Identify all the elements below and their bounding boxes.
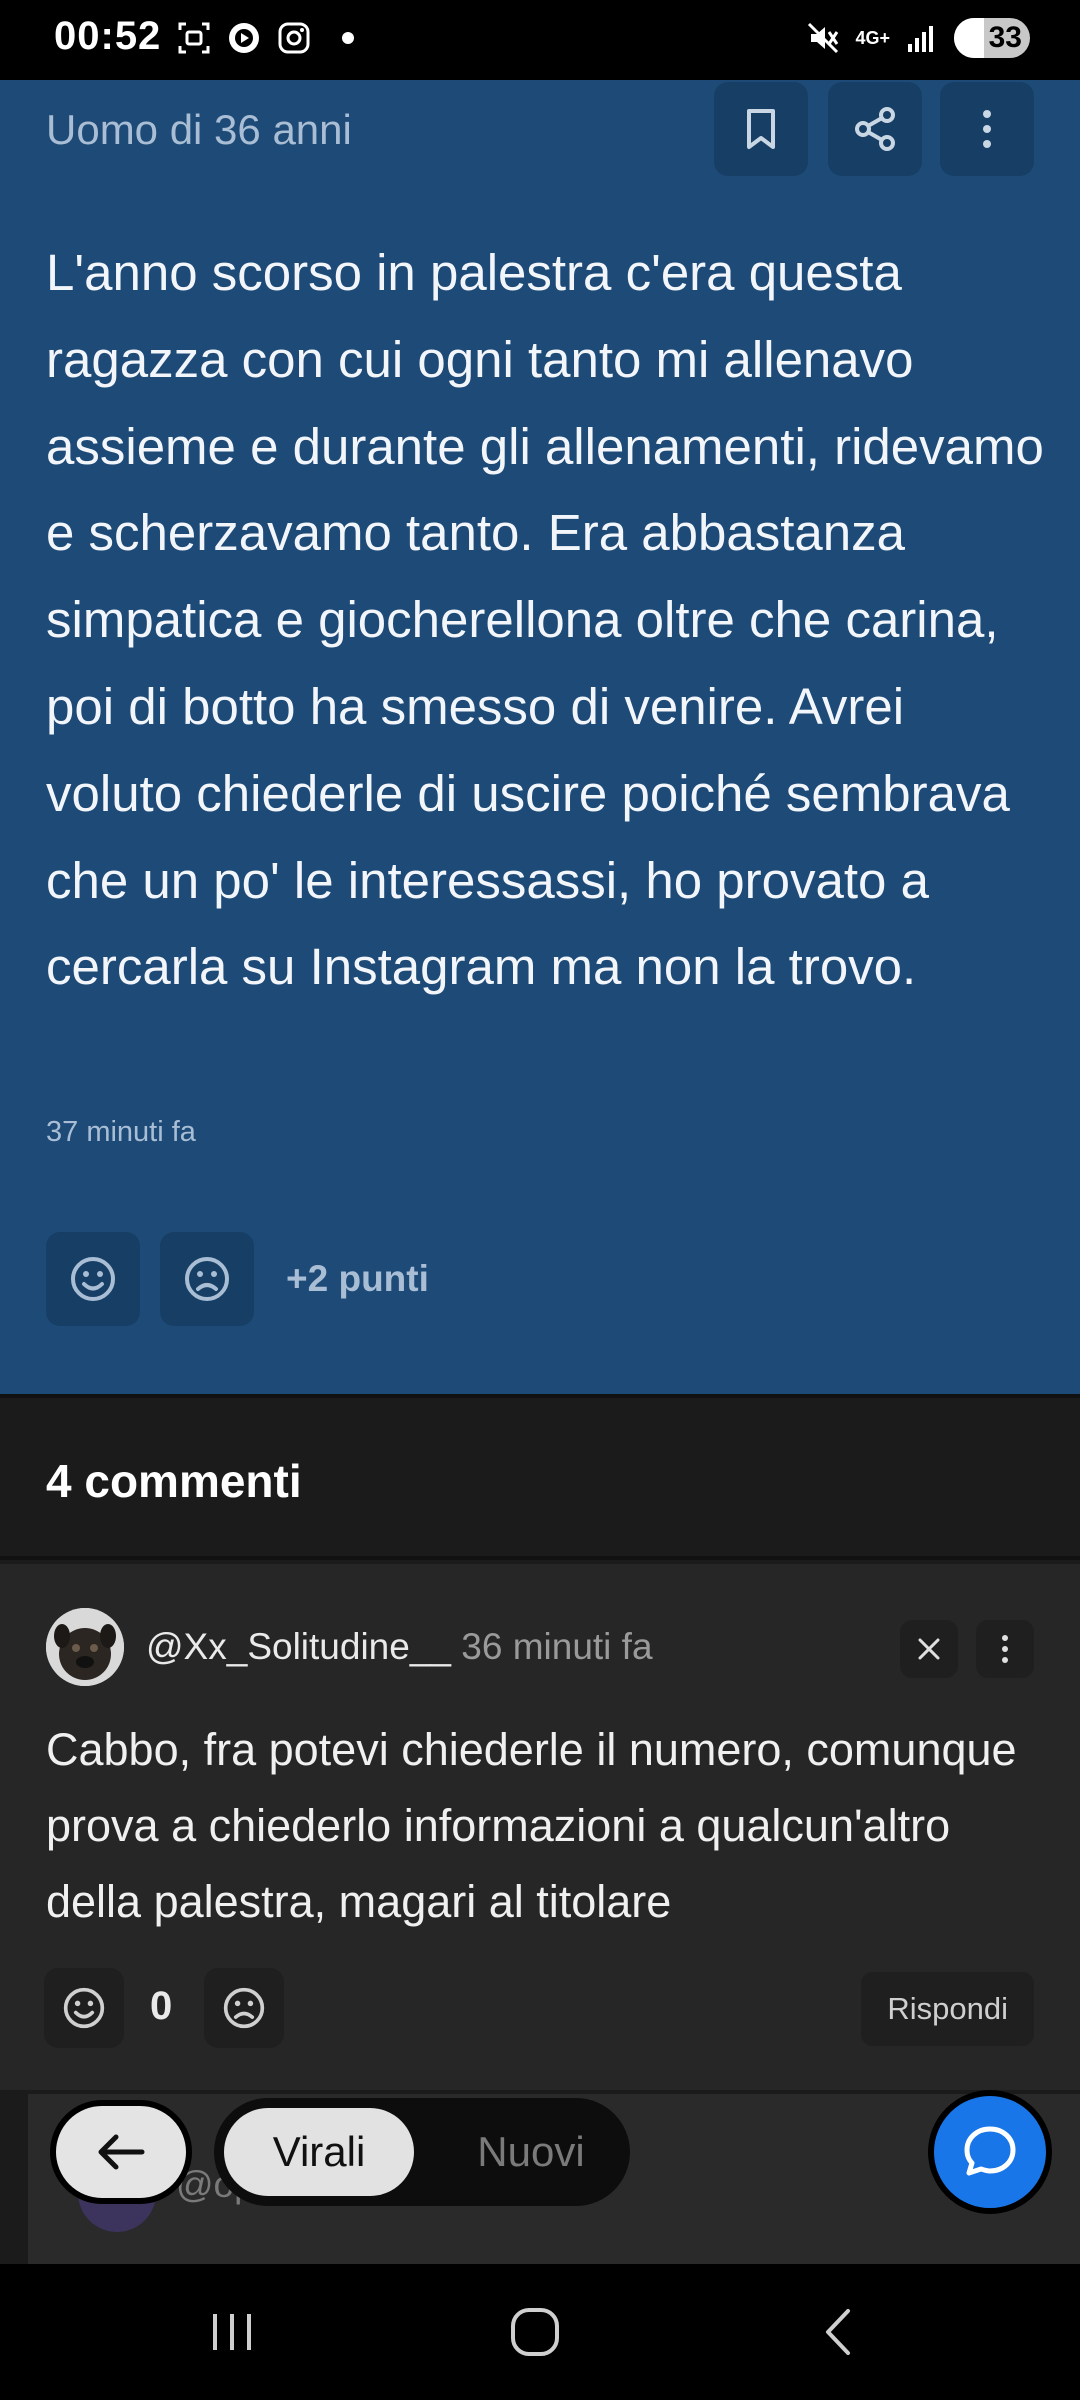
bookmark-icon [747, 109, 775, 149]
chat-bubble-icon [964, 2126, 1016, 2176]
smile-icon [71, 1257, 115, 1301]
home-button[interactable] [505, 2304, 565, 2360]
comment-more-button[interactable] [976, 1620, 1034, 1678]
status-time: 00:52 [54, 14, 162, 58]
share-button[interactable] [828, 82, 922, 176]
network-type: 4G+ [855, 28, 890, 48]
post-points: +2 punti [286, 1258, 429, 1299]
comment-card: @Xx_Solitudine__ 36 minuti fa Cabbo, fra… [0, 1564, 1080, 2090]
status-bar: 00:52 4G+ 33 [0, 0, 1080, 80]
dislike-button[interactable] [160, 1232, 254, 1326]
comment-meta: @Xx_Solitudine__ 36 minuti fa [146, 1626, 653, 1668]
comment-time: 36 minuti fa [461, 1626, 653, 1667]
recent-apps-button[interactable] [202, 2304, 262, 2360]
hide-comment-button[interactable] [900, 1620, 958, 1678]
comment-text: Cabbo, fra potevi chiederle il numero, c… [46, 1724, 1017, 1927]
dog-avatar-icon [46, 1608, 124, 1686]
home-icon [511, 2308, 559, 2356]
tab-nuovi[interactable]: Nuovi [446, 2108, 616, 2196]
recents-icon [213, 2314, 251, 2350]
status-left-icons [176, 20, 354, 56]
like-button[interactable] [46, 1232, 140, 1326]
arrow-left-icon [98, 2134, 145, 2170]
battery-icon: 33 [954, 18, 1030, 58]
avatar[interactable] [46, 1608, 124, 1686]
smile-icon [63, 1987, 105, 2029]
more-options-button[interactable] [940, 82, 1034, 176]
back-nav-button[interactable] [808, 2304, 868, 2360]
comment-like-button[interactable] [44, 1968, 124, 2048]
notification-dot [342, 32, 354, 44]
mute-icon [808, 22, 839, 54]
comment-score: 0 [150, 1984, 173, 2028]
battery-level: 33 [988, 21, 1022, 54]
reply-button[interactable]: Rispondi [861, 1972, 1034, 2046]
instagram-icon [278, 22, 310, 54]
comment-dislike-button[interactable] [204, 1968, 284, 2048]
close-icon [918, 1638, 940, 1660]
screenshot-icon [178, 22, 210, 54]
youtube-music-icon [229, 23, 259, 53]
system-nav-bar [0, 2264, 1080, 2400]
share-icon [855, 107, 895, 151]
comments-header: 4 commenti [0, 1394, 1080, 1560]
bookmark-button[interactable] [714, 82, 808, 176]
sort-toggle: Virali Nuovi [214, 2098, 630, 2206]
more-vertical-icon [1002, 1635, 1008, 1663]
frown-icon [223, 1987, 265, 2029]
comment-username[interactable]: @Xx_Solitudine__ [146, 1626, 451, 1667]
signal-icon [908, 26, 933, 52]
post-author: Uomo di 36 anni [46, 106, 352, 153]
chevron-left-icon [826, 2309, 850, 2355]
tab-virali[interactable]: Virali [224, 2108, 414, 2196]
status-right-icons: 4G+ 33 [805, 18, 1030, 58]
back-button[interactable] [50, 2100, 192, 2204]
post-body: L'anno scorso in palestra c'era questa r… [46, 244, 1044, 996]
post-time: 37 minuti fa [46, 1116, 196, 1148]
new-comment-button[interactable] [928, 2090, 1052, 2214]
comments-count: 4 commenti [46, 1455, 302, 1507]
more-vertical-icon [983, 110, 991, 148]
frown-icon [185, 1257, 229, 1301]
post-card: Uomo di 36 anni L'anno scorso in palestr… [0, 80, 1080, 1394]
